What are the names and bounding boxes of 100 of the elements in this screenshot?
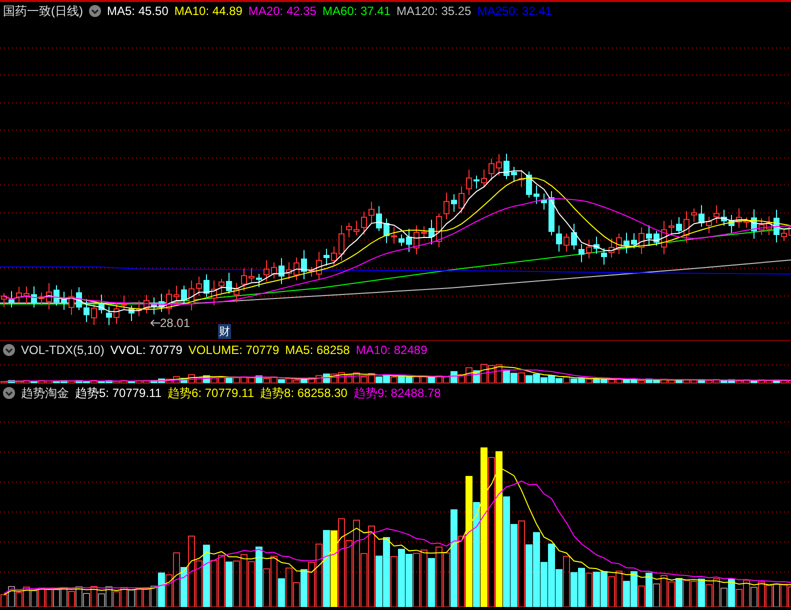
candlestick xyxy=(24,286,30,304)
candlestick xyxy=(541,193,547,210)
candlestick xyxy=(736,208,742,228)
dropdown-icon[interactable] xyxy=(89,5,101,17)
indicator-value: 趋势8: 68258.30 xyxy=(260,384,348,402)
candlestick xyxy=(106,306,112,326)
candlestick xyxy=(384,218,390,244)
candlestick xyxy=(564,233,570,252)
dropdown-icon[interactable] xyxy=(3,387,15,399)
candlestick xyxy=(301,250,307,280)
candlestick xyxy=(398,234,404,247)
candlestick xyxy=(76,286,82,311)
candlestick xyxy=(721,209,727,226)
dropdown-icon[interactable] xyxy=(3,344,15,356)
candlestick xyxy=(211,280,217,306)
candlestick xyxy=(496,154,502,176)
candlestick xyxy=(256,273,262,288)
candlestick xyxy=(428,219,434,245)
candlestick xyxy=(181,285,187,305)
candlestick xyxy=(751,208,757,240)
arrow-icon xyxy=(150,319,160,327)
candlestick xyxy=(204,274,210,298)
indicator-value: 趋势9: 82488.78 xyxy=(353,384,441,402)
candlestick xyxy=(376,206,382,232)
indicator-value: MA120: 35.25 xyxy=(396,4,472,18)
candlestick xyxy=(631,232,637,249)
candlestick xyxy=(556,224,562,252)
candlestick xyxy=(526,171,532,198)
candlestick xyxy=(128,304,134,322)
candlestick xyxy=(8,290,14,308)
indicator-value: 趋势5: 70779.11 xyxy=(75,384,162,402)
candlestick xyxy=(458,186,464,214)
indicator-value: VVOL: 70779 xyxy=(110,343,182,357)
candlestick xyxy=(781,229,787,242)
candlestick xyxy=(368,201,374,224)
candlestick xyxy=(646,224,652,246)
indicator-value: MA10: 82489 xyxy=(356,343,428,357)
candlestick xyxy=(466,169,472,196)
indicator-value: MA5: 45.50 xyxy=(107,4,168,18)
indicator-value: VOLUME: 70779 xyxy=(188,343,280,357)
indicator-title: VOL-TDX(5,10) xyxy=(21,343,104,357)
finance-badge[interactable]: 财 xyxy=(218,324,231,339)
candlestick xyxy=(616,232,622,255)
candlestick xyxy=(196,276,202,297)
candlestick xyxy=(136,300,142,317)
indicator-value: MA60: 37.41 xyxy=(322,4,391,18)
candlestick xyxy=(624,232,630,254)
candlestick xyxy=(444,192,450,220)
candlestick xyxy=(488,158,494,181)
candlestick xyxy=(698,204,704,228)
candlestick xyxy=(354,220,360,236)
indicator-value: MA250: 32.41 xyxy=(477,4,552,18)
candlestick xyxy=(98,294,104,314)
candlestick xyxy=(744,216,750,228)
candlestick xyxy=(661,220,667,255)
indicator-title: 趋势淘金 xyxy=(21,384,69,402)
candlestick xyxy=(601,248,607,266)
indicator-value: MA5: 68258 xyxy=(285,343,350,357)
candlestick xyxy=(451,194,457,212)
candlestick xyxy=(308,266,314,278)
candlestick xyxy=(114,302,120,324)
candlestick xyxy=(676,216,682,234)
candlestick xyxy=(91,304,97,326)
candlestick xyxy=(218,278,224,294)
candlestick xyxy=(286,262,292,280)
candlestick xyxy=(758,218,764,236)
candlestick xyxy=(406,228,412,253)
low-price-label: 28.01 xyxy=(160,316,190,330)
indicator-value: MA20: 42.35 xyxy=(248,4,316,18)
candlestick xyxy=(144,294,150,314)
candlestick xyxy=(166,288,172,315)
candlestick xyxy=(706,216,712,234)
candlestick xyxy=(294,256,300,281)
candlestick xyxy=(691,208,697,222)
candlestick xyxy=(61,291,67,310)
candlestick xyxy=(684,210,690,244)
candlestick xyxy=(174,285,180,306)
candlestick xyxy=(571,223,577,250)
candlestick xyxy=(346,222,352,238)
candlestick xyxy=(534,185,540,204)
candlestick xyxy=(728,214,734,234)
candlestick xyxy=(391,226,397,244)
candlestick xyxy=(271,262,277,279)
candlestick xyxy=(586,239,592,259)
indicator-value: 趋势6: 70779.11 xyxy=(168,384,254,402)
candlestick xyxy=(264,260,270,282)
candlestick xyxy=(316,251,322,281)
candlestick xyxy=(16,286,22,304)
candlestick xyxy=(46,282,52,310)
candlestick xyxy=(234,282,240,303)
candlestick xyxy=(421,226,427,238)
indicator-title: 国药一致(日线) xyxy=(3,2,83,20)
candlestick xyxy=(714,204,720,224)
candlestick xyxy=(241,268,247,292)
candlestick xyxy=(31,286,37,308)
candlestick xyxy=(151,296,157,315)
candlestick xyxy=(248,268,254,282)
candlestick xyxy=(54,284,60,306)
candlestick xyxy=(518,169,524,188)
candlestick xyxy=(121,295,127,310)
